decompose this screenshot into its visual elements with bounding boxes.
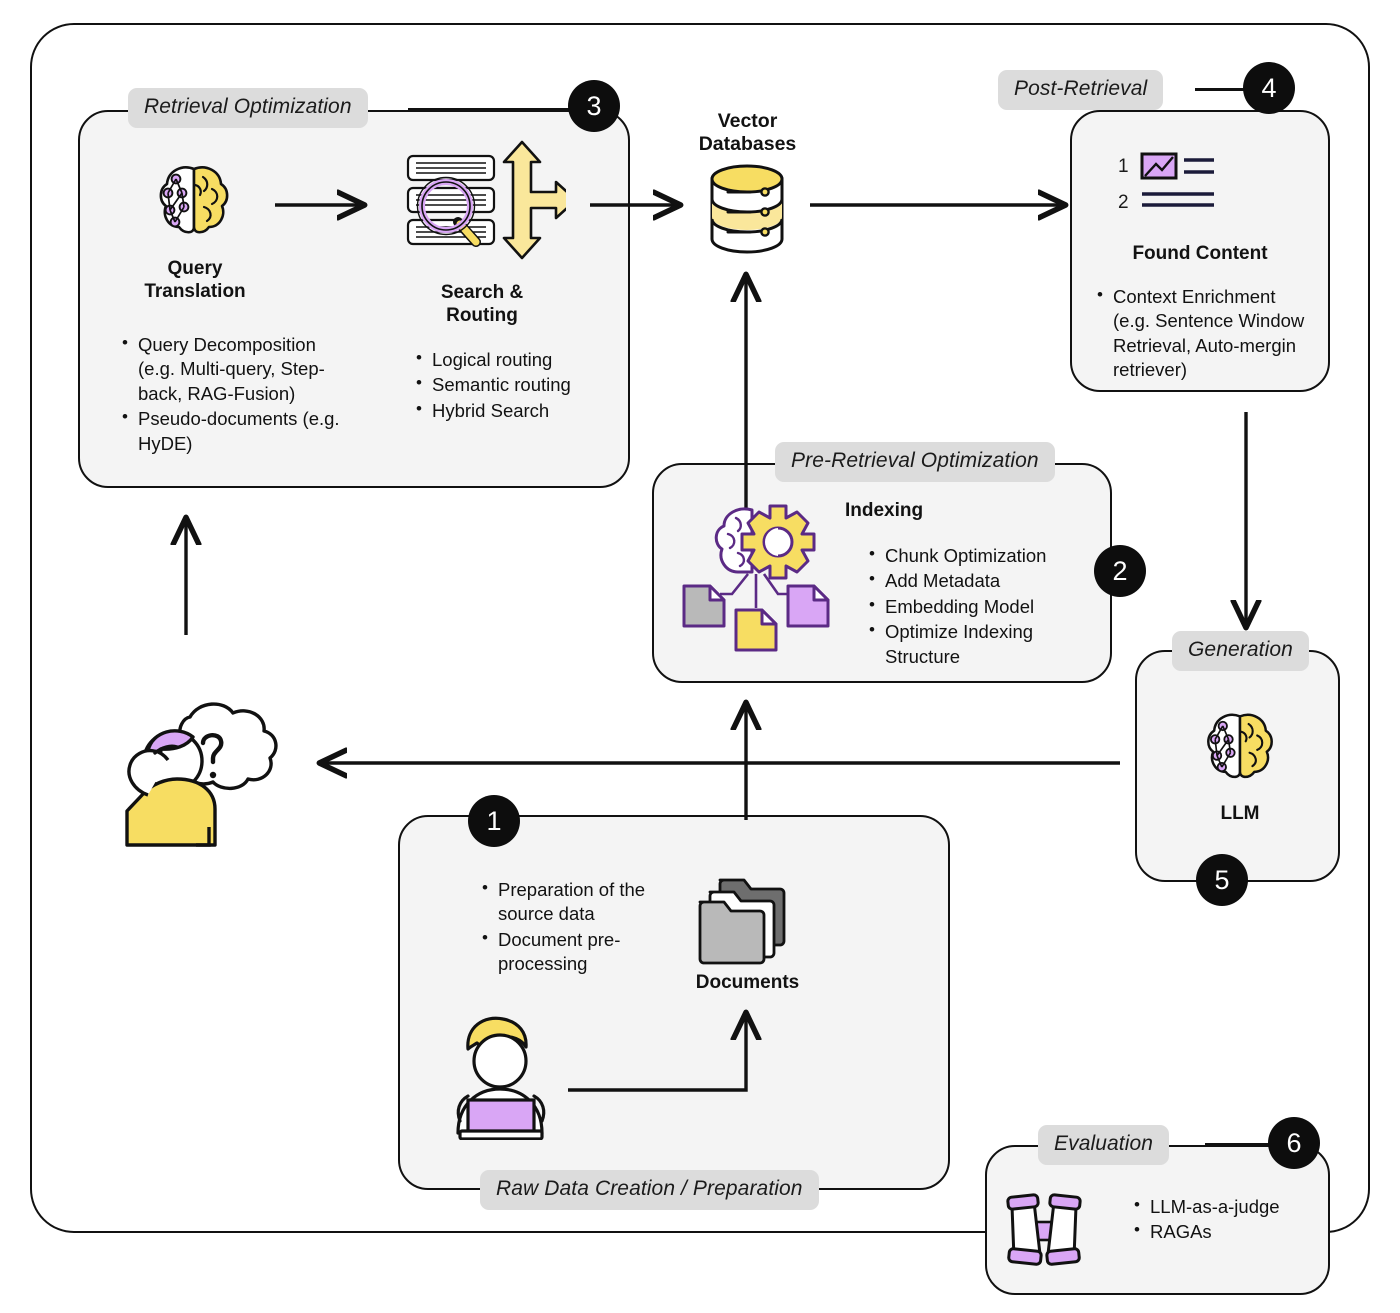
- list-item: Embedding Model: [869, 594, 1050, 619]
- rank-number-1: 1: [1118, 156, 1129, 177]
- stub-evaluation: [1205, 1143, 1275, 1146]
- list-item: LLM-as-a-judge: [1134, 1194, 1320, 1219]
- list-item: Logical routing: [416, 347, 612, 372]
- list-item: RAGAs: [1134, 1219, 1320, 1244]
- list-item: Pseudo-documents (e.g. HyDE): [122, 406, 343, 456]
- bullets-query-translation: Query Decomposition (e.g. Multi-query, S…: [118, 332, 343, 457]
- diagram-canvas: Retrieval Optimization 3 Query Translati…: [0, 0, 1400, 1313]
- chip-pre-retrieval-optimization: Pre-Retrieval Optimization: [775, 442, 1055, 482]
- binoculars-icon: [1000, 1192, 1088, 1270]
- label-vector-databases: Vector Databases: [698, 110, 797, 156]
- badge-5: 5: [1196, 854, 1248, 906]
- stub-retrieval: [408, 108, 588, 111]
- rank-number-2: 2: [1118, 192, 1129, 213]
- list-item: Chunk Optimization: [869, 543, 1050, 568]
- bullets-search-routing: Logical routing Semantic routing Hybrid …: [412, 347, 612, 424]
- label-llm: LLM: [1220, 803, 1260, 824]
- person-laptop-icon: [438, 1005, 573, 1141]
- database-icon: [706, 163, 788, 255]
- chip-raw-data-creation: Raw Data Creation / Preparation: [480, 1170, 819, 1210]
- brain-gear-documents-icon: [680, 498, 836, 658]
- ranked-results-icon: 1 2: [1112, 150, 1248, 214]
- chip-post-retrieval: Post-Retrieval: [998, 70, 1164, 110]
- badge-4: 4: [1243, 62, 1295, 114]
- chip-retrieval-optimization: Retrieval Optimization: [128, 88, 368, 128]
- list-item: Hybrid Search: [416, 398, 612, 423]
- list-item: Document pre-processing: [482, 927, 668, 977]
- label-query-translation: Query Translation: [144, 258, 246, 302]
- chip-generation: Generation: [1172, 631, 1309, 671]
- label-indexing: Indexing: [845, 500, 924, 521]
- list-item: Query Decomposition (e.g. Multi-query, S…: [122, 332, 343, 406]
- brain-icon: [148, 155, 240, 247]
- list-item: Add Metadata: [869, 568, 1050, 593]
- badge-1: 1: [468, 795, 520, 847]
- chip-evaluation: Evaluation: [1038, 1125, 1170, 1165]
- label-found-content: Found Content: [1132, 243, 1268, 264]
- list-item: Semantic routing: [416, 372, 612, 397]
- brain-icon: [1196, 703, 1284, 791]
- list-item: Context Enrichment (e.g. Sentence Window…: [1097, 284, 1308, 383]
- folders-icon: [696, 872, 800, 970]
- badge-6: 6: [1268, 1117, 1320, 1169]
- list-item: Preparation of the source data: [482, 877, 668, 927]
- label-documents: Documents: [695, 972, 800, 993]
- label-search-routing: Search & Routing: [440, 282, 524, 326]
- bullets-post-retrieval: Context Enrichment (e.g. Sentence Window…: [1093, 284, 1308, 384]
- thinking-person-icon: [118, 695, 308, 870]
- list-item: Optimize Indexing Structure: [869, 619, 1050, 669]
- bullets-evaluation: LLM-as-a-judge RAGAs: [1130, 1194, 1320, 1246]
- bullets-raw-data: Preparation of the source data Document …: [478, 877, 668, 978]
- badge-2: 2: [1094, 545, 1146, 597]
- bullets-indexing: Chunk Optimization Add Metadata Embeddin…: [865, 543, 1050, 670]
- badge-3: 3: [568, 80, 620, 132]
- search-routing-icon: [398, 140, 578, 262]
